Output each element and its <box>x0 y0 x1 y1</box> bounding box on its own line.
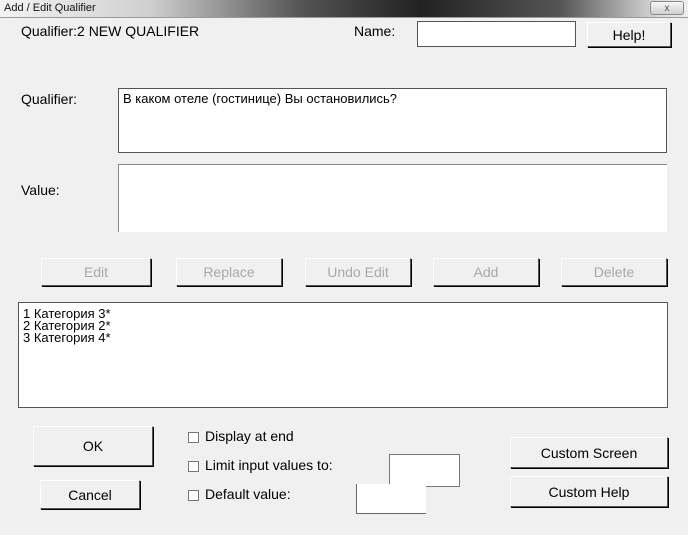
qualifier-text: В каком отеле (гостинице) Вы остановилис… <box>123 91 398 106</box>
name-field[interactable] <box>417 21 576 47</box>
edit-button[interactable]: Edit <box>41 258 151 286</box>
title-bar[interactable]: Add / Edit Qualifier x <box>0 0 688 18</box>
limit-input-field[interactable] <box>389 454 460 487</box>
dialog-body: Qualifier:2 NEW QUALIFIER Name: Help! Qu… <box>0 18 688 535</box>
window-title: Add / Edit Qualifier <box>4 2 96 14</box>
limit-input-checkbox[interactable] <box>188 461 199 472</box>
default-value-field[interactable] <box>356 484 426 514</box>
add-button[interactable]: Add <box>433 258 539 286</box>
default-value-checkbox[interactable] <box>188 490 199 501</box>
display-at-end-checkbox[interactable] <box>188 432 199 443</box>
undo-edit-button[interactable]: Undo Edit <box>305 258 411 286</box>
qualifier-label: Qualifier: <box>21 91 78 107</box>
delete-button[interactable]: Delete <box>561 258 667 286</box>
name-label: Name: <box>354 23 396 39</box>
list-item[interactable]: 1 Категория 3* <box>23 307 663 320</box>
add-edit-qualifier-dialog: Add / Edit Qualifier x Qualifier:2 NEW Q… <box>0 0 688 535</box>
list-item[interactable]: 2 Категория 2* <box>23 319 663 332</box>
close-icon: x <box>664 3 670 14</box>
value-label: Value: <box>21 182 60 198</box>
default-value-label: Default value: <box>205 486 291 502</box>
help-button[interactable]: Help! <box>587 22 671 47</box>
display-at-end-label: Display at end <box>205 428 294 444</box>
values-list[interactable]: 1 Категория 3* 2 Категория 2* 3 Категори… <box>18 302 668 408</box>
custom-help-button[interactable]: Custom Help <box>510 476 668 507</box>
cancel-button[interactable]: Cancel <box>40 480 140 509</box>
ok-button[interactable]: OK <box>33 426 153 466</box>
limit-input-label: Limit input values to: <box>205 457 333 473</box>
list-item[interactable]: 3 Категория 4* <box>23 331 663 344</box>
value-field[interactable] <box>118 164 667 232</box>
qualifier-text-field[interactable]: В каком отеле (гостинице) Вы остановилис… <box>118 88 667 153</box>
custom-screen-button[interactable]: Custom Screen <box>510 437 668 468</box>
replace-button[interactable]: Replace <box>176 258 282 286</box>
close-button[interactable]: x <box>650 1 684 15</box>
qualifier-id-label: Qualifier:2 NEW QUALIFIER <box>21 23 200 39</box>
